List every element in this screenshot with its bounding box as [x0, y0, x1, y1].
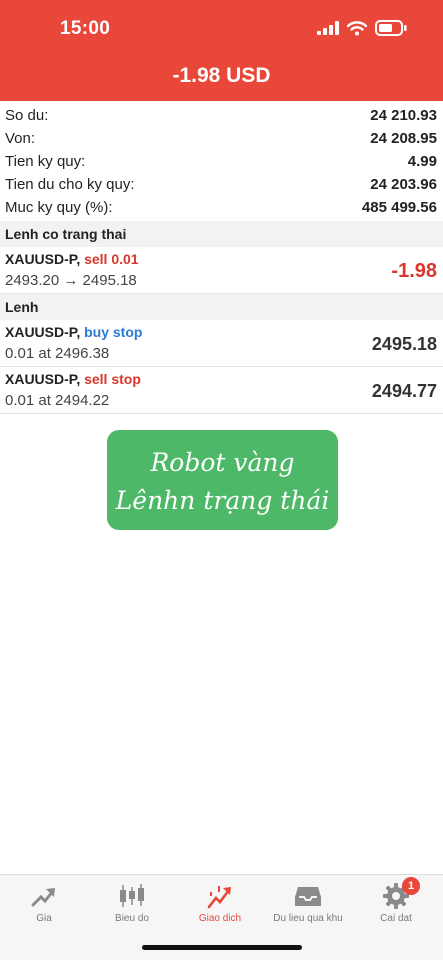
tab-label: Du lieu qua khu [273, 913, 343, 924]
section-header-positions: Lenh co trang thai [0, 221, 443, 247]
summary-label: Tien du cho ky quy: [5, 176, 135, 193]
position-profit: -1.98 [391, 260, 437, 282]
tab-settings[interactable]: 1 Cai dat [352, 875, 440, 935]
order-row[interactable]: XAUUSD-P, buy stop 0.01 at 2496.38 2495.… [0, 320, 443, 367]
order-price: 2495.18 [371, 334, 437, 354]
order-title: XAUUSD-P, buy stop [5, 324, 142, 340]
order-title: XAUUSD-P, sell stop [5, 371, 141, 387]
summary-label: Muc ky quy (%): [5, 199, 113, 216]
order-row[interactable]: XAUUSD-P, sell stop 0.01 at 2494.22 2494… [0, 367, 443, 414]
order-detail: 0.01 at 2494.22 [5, 392, 110, 409]
summary-label: So du: [5, 107, 49, 124]
tab-label: Cai dat [380, 913, 412, 924]
summary-label: Von: [5, 130, 36, 147]
tab-label: Giao dich [198, 913, 242, 924]
wifi-icon [347, 20, 367, 35]
trend-arrow-icon [31, 888, 55, 907]
status-time: 15:00 [60, 18, 111, 39]
order-type: buy stop [84, 324, 143, 340]
position-type: sell 0.01 [84, 251, 139, 267]
order-symbol: XAUUSD-P, [5, 324, 81, 340]
summary-row-margin: Tien ky quy: 4.99 [0, 150, 443, 173]
tab-chart[interactable]: Bieu do [88, 875, 176, 935]
account-summary: So du: 24 210.93 Von: 24 208.95 Tien ky … [0, 104, 443, 219]
badge-line-2: Lênhn trạng thái [115, 486, 330, 515]
summary-value: 485 499.56 [361, 199, 437, 216]
position-prices: 2493.20 → 2495.18 [5, 272, 137, 289]
status-icons [317, 20, 407, 36]
status-bar: 15:00 [0, 0, 443, 58]
tab-quotes[interactable]: Gia [0, 875, 88, 935]
summary-value: 24 210.93 [370, 107, 437, 124]
signal-icon [317, 21, 339, 35]
tab-trade[interactable]: Giao dich [176, 875, 264, 935]
total-profit: -1.98 USD [172, 64, 271, 87]
tab-label: Gia [36, 913, 52, 924]
position-row[interactable]: XAUUSD-P, sell 0.01 2493.20 → 2495.18 -1… [0, 247, 443, 294]
order-type: sell stop [84, 371, 141, 387]
section-header-orders: Lenh [0, 294, 443, 320]
header-bar: 15:00 -1.98 USD [0, 0, 443, 101]
tab-label: Bieu do [115, 913, 149, 924]
summary-row-equity: Von: 24 208.95 [0, 127, 443, 150]
summary-row-margin-level: Muc ky quy (%): 485 499.56 [0, 196, 443, 219]
order-detail: 0.01 at 2496.38 [5, 345, 110, 362]
order-symbol: XAUUSD-P, [5, 371, 81, 387]
summary-label: Tien ky quy: [5, 153, 86, 170]
candlestick-icon [120, 884, 144, 907]
notification-badge: 1 [402, 877, 420, 895]
summary-value: 24 203.96 [370, 176, 437, 193]
position-symbol: XAUUSD-P, [5, 251, 81, 267]
summary-value: 4.99 [407, 153, 437, 170]
order-price: 2494.77 [371, 381, 437, 401]
battery-icon [375, 20, 407, 36]
summary-row-balance: So du: 24 210.93 [0, 104, 443, 127]
summary-row-free-margin: Tien du cho ky quy: 24 203.96 [0, 173, 443, 196]
history-inbox-icon [295, 887, 321, 906]
badge-line-1: Robot vàng [150, 448, 295, 477]
position-title: XAUUSD-P, sell 0.01 [5, 251, 139, 267]
tab-history[interactable]: Du lieu qua khu [264, 875, 352, 935]
trading-chart-icon [207, 886, 231, 909]
promo-badge: Robot vàng Lênhn trạng thái [107, 430, 338, 530]
home-indicator [142, 945, 302, 950]
summary-value: 24 208.95 [370, 130, 437, 147]
